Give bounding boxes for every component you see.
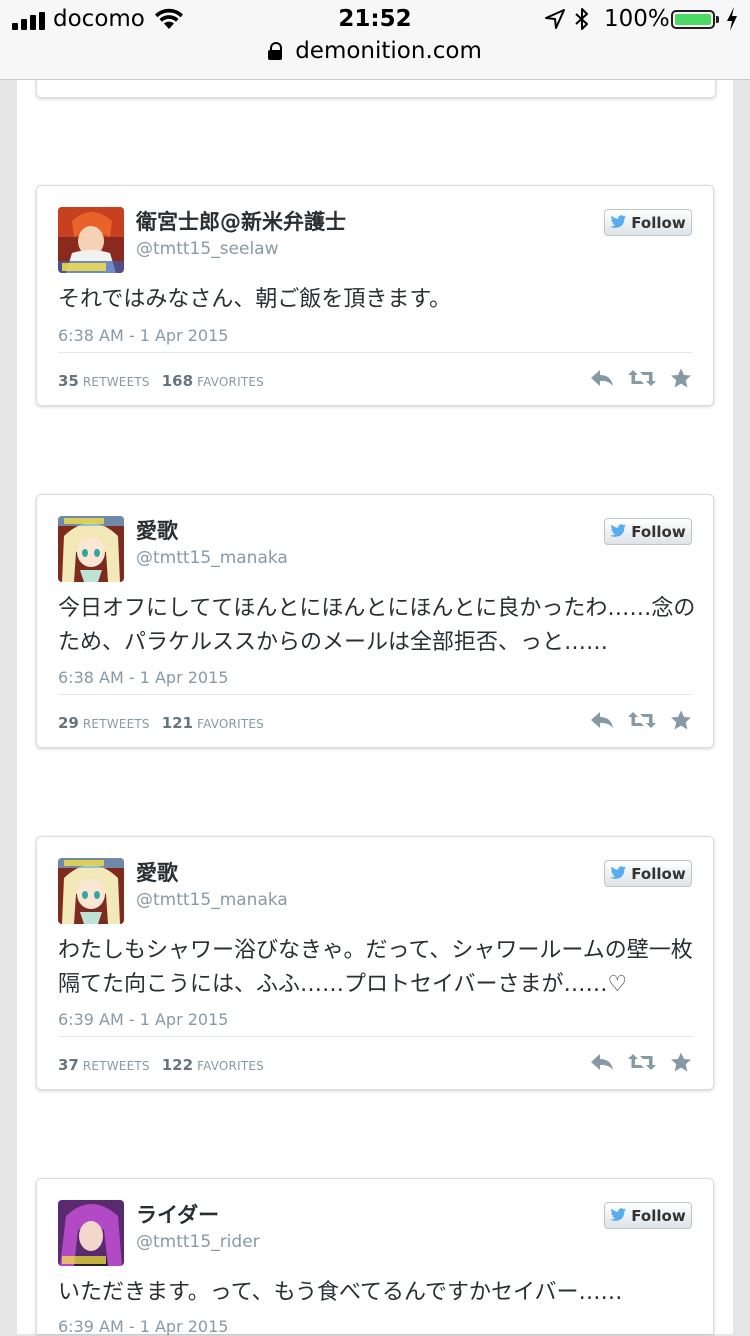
divider xyxy=(58,694,692,695)
tweet-stats: 29 RETWEETS 121 FAVORITES xyxy=(58,714,264,732)
follow-label: Follow xyxy=(631,1206,686,1225)
follow-button[interactable]: Follow xyxy=(604,860,692,887)
display-name[interactable]: 愛歌 xyxy=(136,857,178,887)
browser-top-bar: docomo 21:52 100% demonition.com xyxy=(0,0,750,80)
tweet-stats: 37 RETWEETS 122 FAVORITES xyxy=(58,1056,264,1074)
follow-label: Follow xyxy=(631,864,686,883)
twitter-bird-icon xyxy=(610,523,627,541)
reply-icon[interactable] xyxy=(590,710,614,730)
favorites-label: FAVORITES xyxy=(197,1059,264,1073)
avatar[interactable] xyxy=(58,1200,124,1266)
tweet-text: 今日オフにしててほんとにほんとにほんとに良かったわ……念のため、パラケルススから… xyxy=(58,596,696,655)
tweet-card: 衛宮士郎@新米弁護士 @tmtt15_seelaw Follow それではみなさ… xyxy=(36,185,714,406)
tweet-text: それではみなさん、朝ご飯を頂きます。 xyxy=(58,287,452,312)
address-bar[interactable]: demonition.com xyxy=(0,38,750,74)
retweet-count[interactable]: 29 xyxy=(58,714,79,732)
tweet-card: 愛歌 @tmtt15_manaka Follow 今日オフにしててほんとにほんと… xyxy=(36,494,714,748)
tweet-timestamp[interactable]: 6:39 AM - 1 Apr 2015 xyxy=(58,1317,228,1336)
user-handle[interactable]: @tmtt15_seelaw xyxy=(136,239,279,259)
tweet-actions xyxy=(590,710,692,730)
lock-icon xyxy=(268,42,283,60)
favorite-count[interactable]: 121 xyxy=(162,714,193,732)
bluetooth-icon xyxy=(574,7,590,37)
battery-percent: 100% xyxy=(604,6,670,32)
display-name[interactable]: ライダー xyxy=(136,1199,219,1229)
retweet-icon[interactable] xyxy=(628,368,656,388)
user-handle[interactable]: @tmtt15_rider xyxy=(136,1232,260,1252)
follow-button[interactable]: Follow xyxy=(604,1202,692,1229)
display-name[interactable]: 愛歌 xyxy=(136,515,178,545)
retweet-icon[interactable] xyxy=(628,1052,656,1072)
tweet-actions xyxy=(590,1052,692,1072)
twitter-bird-icon xyxy=(610,1207,627,1225)
follow-label: Follow xyxy=(631,213,686,232)
favorite-star-icon[interactable] xyxy=(670,368,692,388)
tweet-card: ライダー @tmtt15_rider Follow いただきます。って、もう食べ… xyxy=(36,1178,714,1336)
location-arrow-icon xyxy=(545,9,565,33)
retweets-label: RETWEETS xyxy=(82,375,150,389)
tweet-actions xyxy=(590,368,692,388)
charging-bolt-icon xyxy=(726,7,738,36)
tweet-stats: 35 RETWEETS 168 FAVORITES xyxy=(58,372,264,390)
retweet-icon[interactable] xyxy=(628,710,656,730)
avatar[interactable] xyxy=(58,516,124,582)
tweet-text: いただきます。って、もう食べてるんですかセイバー…… xyxy=(58,1280,623,1305)
retweet-count[interactable]: 37 xyxy=(58,1056,79,1074)
tweet-timestamp[interactable]: 6:38 AM - 1 Apr 2015 xyxy=(58,668,228,687)
tweet-text: わたしもシャワー浴びなきゃ。だって、シャワールームの壁一枚隔てた向こうには、ふふ… xyxy=(58,938,693,997)
twitter-bird-icon xyxy=(610,865,627,883)
url-text: demonition.com xyxy=(295,38,482,64)
tweet-timestamp[interactable]: 6:39 AM - 1 Apr 2015 xyxy=(58,1010,228,1029)
tweet-card: 愛歌 @tmtt15_manaka Follow わたしもシャワー浴びなきゃ。だ… xyxy=(36,836,714,1090)
favorites-label: FAVORITES xyxy=(197,375,264,389)
user-handle[interactable]: @tmtt15_manaka xyxy=(136,548,288,568)
avatar[interactable] xyxy=(58,207,124,273)
follow-button[interactable]: Follow xyxy=(604,209,692,236)
tweet-timestamp[interactable]: 6:38 AM - 1 Apr 2015 xyxy=(58,326,228,345)
retweets-label: RETWEETS xyxy=(82,717,150,731)
favorite-count[interactable]: 168 xyxy=(162,372,193,390)
divider xyxy=(58,352,692,353)
battery-icon xyxy=(671,10,719,29)
avatar[interactable] xyxy=(58,858,124,924)
favorite-star-icon[interactable] xyxy=(670,710,692,730)
display-name[interactable]: 衛宮士郎@新米弁護士 xyxy=(136,206,346,236)
status-bar: docomo 21:52 100% xyxy=(0,0,750,40)
divider xyxy=(58,1036,692,1037)
retweet-count[interactable]: 35 xyxy=(58,372,79,390)
reply-icon[interactable] xyxy=(590,368,614,388)
user-handle[interactable]: @tmtt15_manaka xyxy=(136,890,288,910)
reply-icon[interactable] xyxy=(590,1052,614,1072)
follow-label: Follow xyxy=(631,522,686,541)
follow-button[interactable]: Follow xyxy=(604,518,692,545)
retweets-label: RETWEETS xyxy=(82,1059,150,1073)
favorite-count[interactable]: 122 xyxy=(162,1056,193,1074)
favorite-star-icon[interactable] xyxy=(670,1052,692,1072)
twitter-bird-icon xyxy=(610,214,627,232)
favorites-label: FAVORITES xyxy=(197,717,264,731)
